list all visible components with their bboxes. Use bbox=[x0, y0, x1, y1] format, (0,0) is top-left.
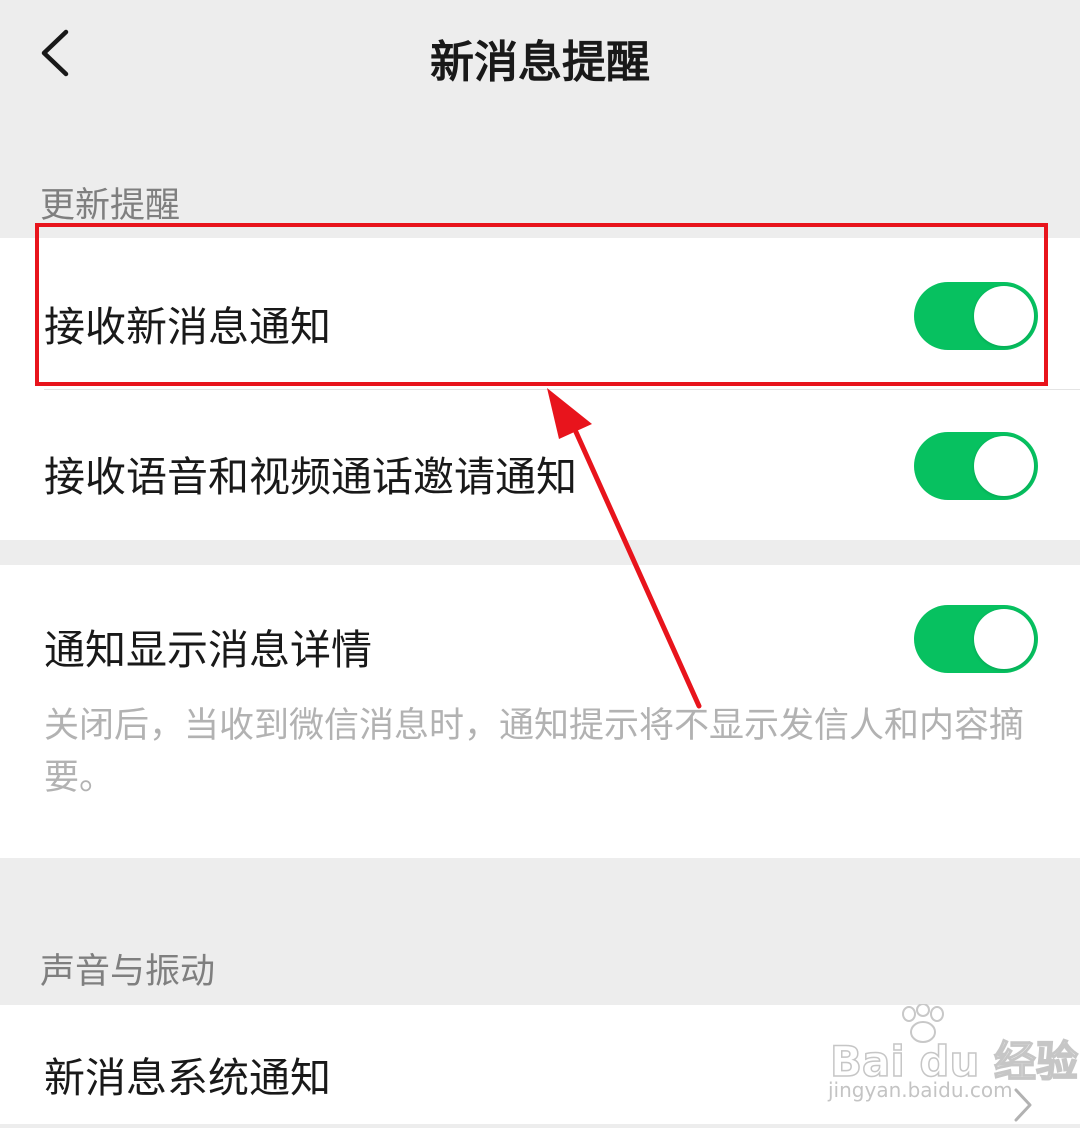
page-title: 新消息提醒 bbox=[430, 37, 650, 88]
row-label-system-notify: 新消息系统通知 bbox=[44, 1054, 331, 1102]
detail-description: 关闭后，当收到微信消息时，通知提示将不显示发信人和内容摘要。 bbox=[44, 706, 1025, 798]
nav-bar: 新消息提醒 bbox=[0, 0, 1080, 110]
toggle-knob bbox=[974, 286, 1034, 346]
toggle-knob bbox=[974, 609, 1034, 669]
toggle-show-detail[interactable] bbox=[914, 605, 1038, 673]
row-label-show-detail: 通知显示消息详情 bbox=[44, 626, 372, 674]
toggle-new-message[interactable] bbox=[914, 282, 1038, 350]
watermark-url: jingyan.baidu.com bbox=[828, 1078, 1013, 1102]
divider bbox=[44, 389, 1080, 390]
section-header-update: 更新提醒 bbox=[40, 186, 181, 226]
toggle-knob bbox=[974, 436, 1034, 496]
row-label-call-invite: 接收语音和视频通话邀请通知 bbox=[44, 453, 577, 501]
settings-card-update: 接收新消息通知 接收语音和视频通话邀请通知 bbox=[0, 238, 1080, 540]
toggle-call-invite[interactable] bbox=[914, 432, 1038, 500]
section-header-sound: 声音与振动 bbox=[40, 952, 216, 992]
row-label-new-message: 接收新消息通知 bbox=[44, 303, 331, 351]
